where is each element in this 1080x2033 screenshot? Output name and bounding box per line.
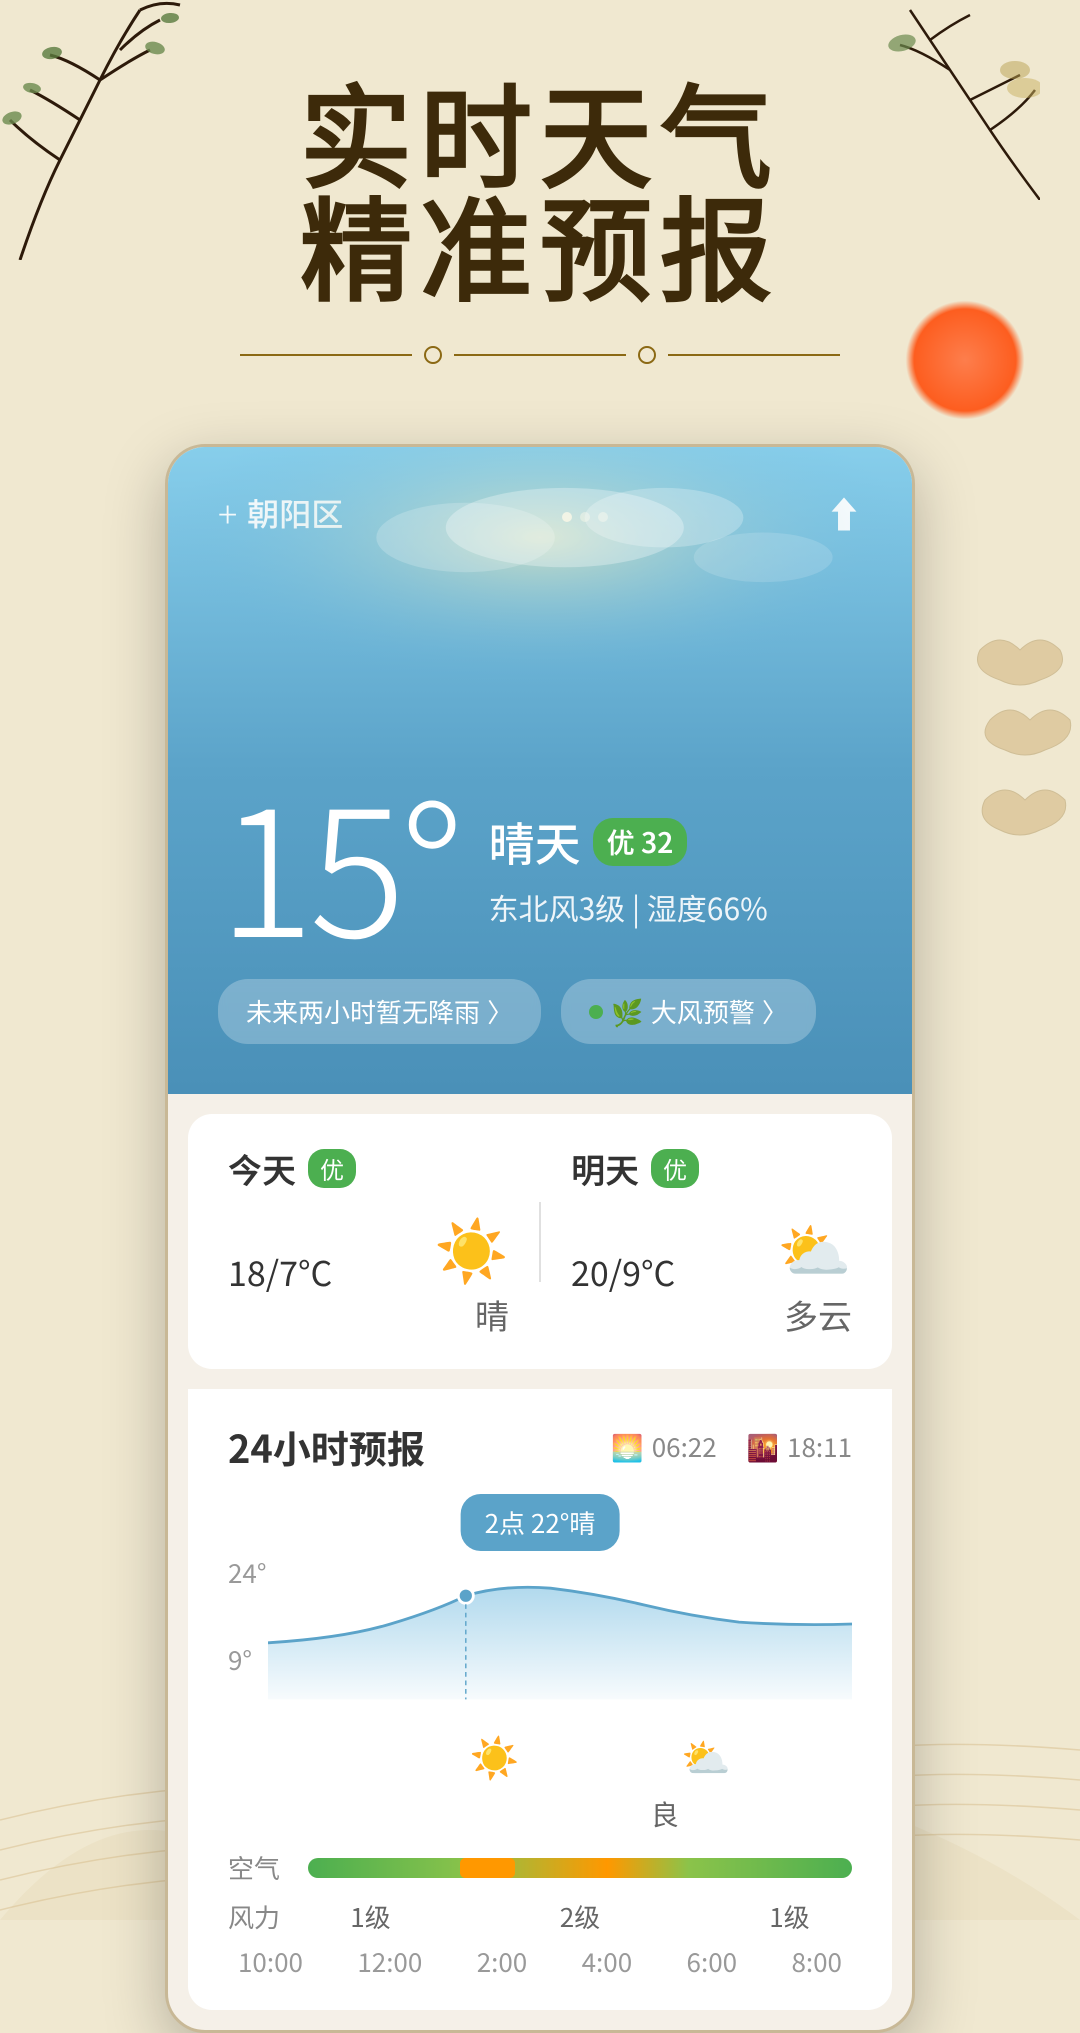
sky-visual [168,447,912,747]
wind-row: 风力 1级 2级 1级 [228,1898,852,1935]
time-1000: 10:00 [238,1943,303,1980]
tomorrow-weather-text: 多云 [777,1290,852,1339]
divider [240,346,840,364]
air-quality-row: 空气 [228,1849,852,1886]
24h-forecast-section: 24小时预报 🌅 06:22 🌇 18:11 2点 22°晴 24° 9° [188,1389,892,2010]
quality-label-row: 良 [478,1794,852,1834]
weather-top-card: + 朝阳区 ⬆ 15° 晴天 优 32 东北风3级 | 湿度66% [168,447,912,1094]
time-600: 6:00 [687,1943,738,1980]
sunset-time: 🌇 18:11 [747,1428,852,1465]
weather-info-right: 晴天 优 32 东北风3级 | 湿度66% [489,809,768,929]
tomorrow-day-row: 明天 优 [571,1144,852,1193]
wind-humidity: 东北风3级 | 湿度66% [489,885,768,929]
alert-row: 未来两小时暂无降雨 〉 🌿 大风预警 〉 [218,979,862,1044]
hero-title-main: 实时天气 [0,80,1080,203]
condition-row: 晴天 优 32 [489,809,768,875]
clouds-decoration [960,600,1080,900]
wind-level-3: 1级 [769,1898,809,1935]
sunrise-time: 🌅 06:22 [611,1428,716,1465]
divider-circle-right [638,346,656,364]
today-label: 今天 [228,1144,296,1193]
chart-area: 2点 22°晴 24° 9° [228,1494,852,1794]
today-forecast: 今天 优 18/7°C ☀️ 晴 [228,1144,509,1339]
alert-dot [589,1005,603,1019]
tomorrow-forecast: 明天 优 20/9°C ⛅ 多云 [571,1144,852,1339]
time-200: 2:00 [477,1943,528,1980]
sun-times: 🌅 06:22 🌇 18:11 [611,1428,852,1465]
divider-middle [454,354,626,356]
wind-level-2: 2级 [560,1898,600,1935]
wind-alert-button[interactable]: 🌿 大风预警 〉 [561,979,816,1044]
rain-alert-text: 未来两小时暂无降雨 〉 [246,993,513,1030]
phone-mockup: + 朝阳区 ⬆ 15° 晴天 优 32 东北风3级 | 湿度66% [165,444,915,2033]
aqi-badge: 优 32 [593,818,688,866]
today-day-row: 今天 优 [228,1144,509,1193]
wind-level-1: 1级 [350,1898,390,1935]
tomorrow-badge: 优 [651,1149,699,1188]
sunrise-icon: 🌅 [611,1428,643,1465]
wind-label: 风力 [228,1898,298,1935]
time-axis: 10:00 12:00 2:00 4:00 6:00 8:00 [228,1943,852,1980]
sunrise-value: 06:22 [652,1428,717,1465]
air-quality-label: 空气 [228,1849,298,1886]
air-quality-highlight [460,1858,514,1878]
divider-circle-left [424,346,442,364]
forecast-24h-header: 24小时预报 🌅 06:22 🌇 18:11 [228,1419,852,1474]
temp-section: 15° 晴天 优 32 东北风3级 | 湿度66% [218,769,862,949]
divider-left [240,354,412,356]
temperature-display: 15° [218,769,459,949]
condition-text: 晴天 [489,809,581,875]
temperature-chart [268,1544,852,1704]
wind-alert-text: 🌿 大风预警 〉 [611,993,788,1030]
today-badge: 优 [308,1149,356,1188]
wind-levels: 1级 2级 1级 [308,1898,852,1935]
tomorrow-weather-icon: ⛅ [777,1203,852,1290]
forecast-divider [539,1202,541,1282]
divider-right [668,354,840,356]
hero-title-sub: 精准预报 [0,193,1080,316]
chart-low-label: 9° [228,1641,266,1678]
time-400: 4:00 [582,1943,633,1980]
rain-alert-button[interactable]: 未来两小时暂无降雨 〉 [218,979,541,1044]
tomorrow-label: 明天 [571,1144,639,1193]
quality-text: 良 [651,1794,679,1834]
hero-section: 实时天气 精准预报 [0,0,1080,404]
sunset-icon: 🌇 [747,1428,779,1465]
chart-icons-row: ☀️ ⛅ [268,1726,852,1784]
forecast-24h-title: 24小时预报 [228,1419,425,1474]
sunset-value: 18:11 [787,1428,852,1465]
today-temp: 18/7°C [228,1247,332,1296]
time-1200: 12:00 [357,1943,422,1980]
chart-high-label: 24° [228,1554,266,1591]
tomorrow-temp: 20/9°C [571,1247,675,1296]
today-weather-text: 晴 [434,1290,509,1339]
time-800: 8:00 [791,1943,842,1980]
chart-icon-cloudy: ⛅ [681,1726,731,1784]
chart-tooltip: 2点 22°晴 [461,1494,620,1551]
daily-forecast-card: 今天 优 18/7°C ☀️ 晴 明天 优 20/9°C ⛅ [188,1114,892,1369]
chart-icon-sun: ☀️ [470,1726,520,1784]
today-weather-icon: ☀️ [434,1203,509,1290]
air-quality-bar [308,1858,852,1878]
